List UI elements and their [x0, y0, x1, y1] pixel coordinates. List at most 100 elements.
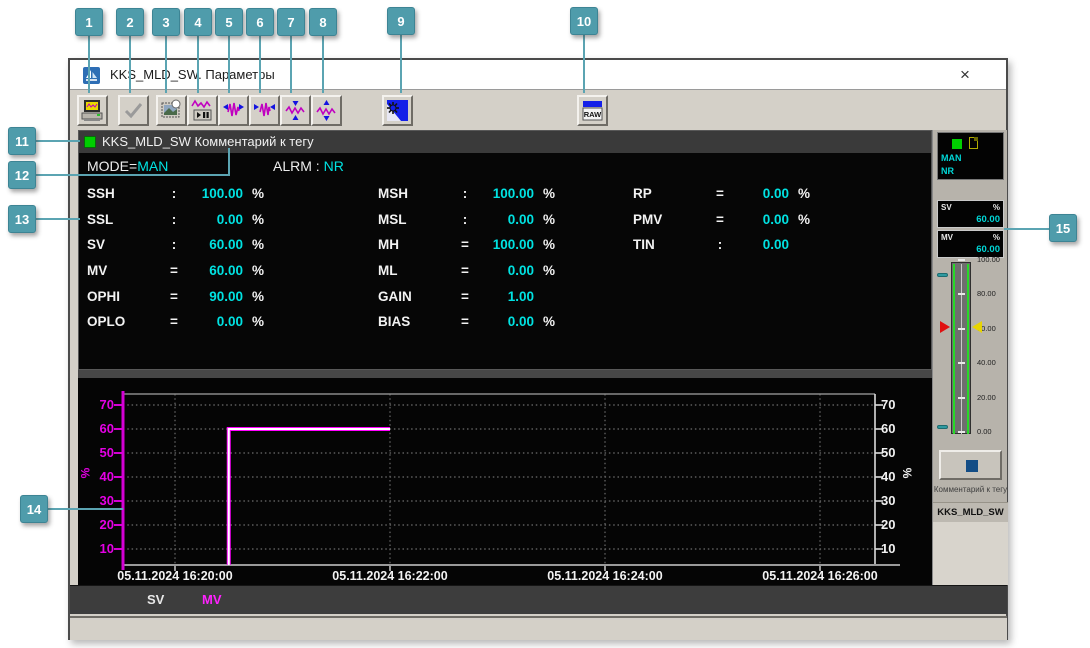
- oplo-limit-marker: [937, 425, 948, 429]
- param-separator: :: [171, 211, 177, 227]
- callout-badge-6: 6: [246, 8, 274, 36]
- callout-badge-4: 4: [184, 8, 212, 36]
- color-settings-button[interactable]: [382, 95, 413, 126]
- param-separator: =: [461, 263, 469, 279]
- wave-play-pause-icon: [191, 99, 212, 121]
- param-separator: =: [461, 314, 469, 330]
- faceplate-sv-box[interactable]: SV % 60.00: [937, 200, 1004, 228]
- x-tick-label: 05.11.2024 16:26:00: [762, 569, 878, 583]
- callout-line-5: [228, 36, 230, 93]
- param-unit: %: [543, 314, 556, 330]
- param-value: 90.00: [209, 288, 243, 304]
- y-tick-left: 30: [99, 493, 114, 508]
- app-logo-icon: [83, 67, 100, 84]
- param-value: 100.00: [492, 186, 534, 202]
- bar-scale-label: 0.00: [977, 427, 992, 436]
- faceplate-tag: KKS_MLD_SW: [933, 502, 1008, 523]
- trend-plot: [114, 391, 900, 571]
- param-label: PMV: [633, 211, 663, 227]
- param-row: SSL: 0.00%: [87, 207, 273, 233]
- value-scale-expand-button[interactable]: [311, 95, 342, 126]
- blue-square-icon: [966, 460, 978, 472]
- parameters-window: KKS_MLD_SW. Параметры × RAW KKS_MLD_SW К…: [68, 58, 1008, 640]
- faceplate-lower-area: [933, 522, 1008, 585]
- faceplate-mode: MAN: [941, 153, 962, 163]
- param-unit: %: [543, 211, 556, 227]
- raw-data-button[interactable]: RAW: [577, 95, 608, 126]
- param-value: 0.00: [762, 186, 789, 202]
- print-screen-button[interactable]: [77, 95, 108, 126]
- param-label: BIAS: [378, 314, 411, 330]
- param-value: 0.00: [216, 314, 243, 330]
- param-value: 100.00: [201, 186, 243, 202]
- param-row: OPHI = 90.00%: [87, 283, 273, 309]
- callout-badge-7: 7: [277, 8, 305, 36]
- mv-pointer-icon[interactable]: [972, 321, 982, 333]
- image-export-icon: [161, 99, 181, 118]
- callout-badge-9: 9: [387, 7, 415, 35]
- faceplate-alarm: NR: [941, 166, 954, 176]
- param-unit: %: [252, 263, 265, 279]
- tag-name: KKS_MLD_SW: [102, 134, 191, 149]
- close-button[interactable]: ×: [954, 64, 976, 86]
- faceplate-mv-box[interactable]: MV % 60.00: [937, 230, 1004, 258]
- y-axis-left-unit: %: [78, 467, 93, 479]
- callout-badge-8: 8: [309, 8, 337, 36]
- sv-pointer-icon[interactable]: [940, 321, 950, 333]
- time-scale-expand-button[interactable]: [249, 95, 280, 126]
- tag-comment: Комментарий к тегу: [194, 134, 314, 149]
- legend-mv[interactable]: MV: [202, 592, 222, 607]
- callout-line-13: [36, 218, 80, 220]
- param-separator: =: [170, 314, 178, 330]
- param-row: ML = 0.00%: [378, 258, 564, 284]
- param-label: GAIN: [378, 288, 412, 304]
- callout-line-14: [48, 508, 123, 510]
- legend-sv[interactable]: SV: [147, 592, 164, 607]
- y-tick-left: 50: [99, 445, 114, 460]
- param-separator: =: [716, 186, 724, 202]
- x-tick-label: 05.11.2024 16:22:00: [332, 569, 448, 583]
- trend-chart[interactable]: 10 20 30 40 50 60 70 10 20 30 40 50 60 70 05.11.2024…: [78, 378, 932, 585]
- tag-status-indicator: [84, 136, 96, 148]
- param-value: 0.00: [762, 237, 789, 253]
- trend-run-pause-button[interactable]: [187, 95, 218, 126]
- param-value: 100.00: [492, 237, 534, 253]
- param-row: MSH: 100.00%: [378, 181, 564, 207]
- toolbar: RAW: [70, 91, 1006, 130]
- arrows-vertical-out-wave-icon: [316, 100, 336, 121]
- bar-scale-label: 100.00: [977, 255, 1000, 264]
- param-label: RP: [633, 186, 652, 202]
- param-row: MSL: 0.00%: [378, 207, 564, 233]
- param-unit: %: [798, 186, 811, 202]
- callout-badge-2: 2: [116, 8, 144, 36]
- param-unit: %: [252, 186, 265, 202]
- param-separator: :: [462, 211, 468, 227]
- note-icon: [969, 137, 978, 149]
- y-tick-right: 60: [881, 421, 896, 436]
- mode-row: MODE=MAN: [87, 158, 168, 174]
- param-label: SV: [87, 237, 106, 253]
- alarm-value: NR: [323, 158, 344, 174]
- param-separator: =: [461, 288, 469, 304]
- confirm-button[interactable]: [118, 95, 149, 126]
- x-tick-label: 05.11.2024 16:24:00: [547, 569, 663, 583]
- bar-tick: [958, 431, 965, 433]
- export-image-button[interactable]: [156, 95, 187, 126]
- param-separator: =: [716, 211, 724, 227]
- bar-scale-label: 20.00: [977, 392, 996, 402]
- mv-label: MV: [941, 233, 953, 242]
- param-separator: :: [717, 237, 723, 253]
- faceplate-action-button[interactable]: [939, 450, 1002, 480]
- value-scale-compress-button[interactable]: [280, 95, 311, 126]
- param-row: RP = 0.00%: [633, 181, 819, 207]
- svg-text:RAW: RAW: [584, 110, 602, 119]
- ophi-limit-marker: [937, 273, 948, 277]
- callout-line-2: [129, 36, 131, 93]
- param-separator: :: [171, 186, 177, 202]
- trend-line-sv: [227, 428, 390, 565]
- arrows-in-wave-icon: [223, 102, 244, 117]
- bar-tick: [958, 293, 965, 296]
- time-scale-compress-button[interactable]: [218, 95, 249, 126]
- page: KKS_MLD_SW. Параметры × RAW KKS_MLD_SW К…: [0, 0, 1090, 648]
- param-label: OPLO: [87, 314, 126, 330]
